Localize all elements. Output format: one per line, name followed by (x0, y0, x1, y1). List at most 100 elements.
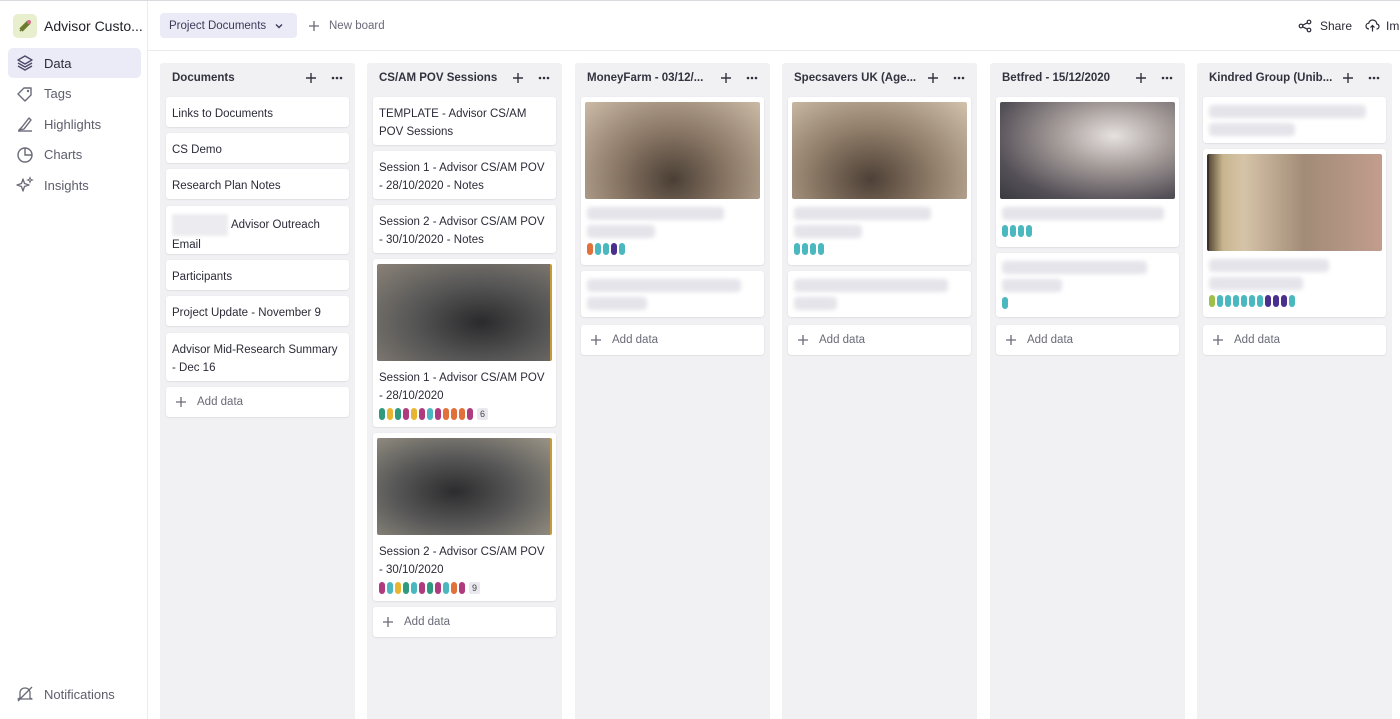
card[interactable]: TEMPLATE - Advisor CS/AM POV Sessions (373, 97, 556, 145)
card[interactable]: Session 1 - Advisor CS/AM POV - 28/10/20… (373, 259, 556, 427)
more-icon[interactable] (746, 72, 758, 84)
sidebar: Advisor Custo... Data Tags Highlights Ch… (0, 1, 148, 719)
redacted-text (794, 225, 863, 238)
card[interactable] (996, 253, 1179, 317)
card-title: Links to Documents (172, 108, 273, 120)
tag-chip (467, 408, 473, 420)
video-thumbnail (377, 264, 552, 361)
add-data-button[interactable]: Add data (166, 387, 349, 417)
sidebar-item-label: Tags (44, 86, 72, 101)
more-icon[interactable] (953, 72, 965, 84)
sparkle-icon (16, 176, 34, 192)
tag-chip (810, 243, 816, 255)
card[interactable]: Session 1 - Advisor CS/AM POV - 28/10/20… (373, 151, 556, 199)
tag-chip (603, 243, 609, 255)
redacted-text (587, 225, 656, 238)
tag-chip (379, 582, 385, 594)
card[interactable]: Participants (166, 260, 349, 290)
card[interactable]: Advisor Outreach Email (166, 206, 349, 254)
tag-chip (379, 408, 385, 420)
tag-icon (17, 86, 32, 102)
card[interactable]: Session 2 - Advisor CS/AM POV - 30/10/20… (373, 433, 556, 601)
share-button[interactable]: Share (1298, 13, 1352, 38)
plus-icon[interactable] (1342, 72, 1354, 84)
new-board-button[interactable]: New board (308, 13, 385, 38)
card[interactable]: Project Update - November 9 (166, 296, 349, 326)
card[interactable]: Links to Documents (166, 97, 349, 127)
notifications-label: Notifications (44, 686, 115, 702)
sidebar-item-data[interactable]: Data (8, 48, 141, 78)
tag-chip (411, 408, 417, 420)
tag-chip (435, 582, 441, 594)
import-button[interactable]: Im (1365, 13, 1399, 38)
tag-chip (443, 408, 449, 420)
more-icon[interactable] (331, 72, 343, 84)
sidebar-item-charts[interactable]: Charts (8, 140, 141, 170)
card[interactable] (1203, 97, 1386, 143)
add-data-button[interactable]: Add data (788, 325, 971, 355)
board-column: Specsavers UK (Age... Add data (782, 63, 977, 719)
column-title: CS/AM POV Sessions (379, 72, 498, 84)
tag-chip (459, 408, 465, 420)
more-icon[interactable] (538, 72, 550, 84)
redacted-text (587, 279, 741, 292)
tag-strip (587, 243, 758, 255)
add-data-label: Add data (819, 334, 866, 346)
add-data-button[interactable]: Add data (373, 607, 556, 637)
plus-icon[interactable] (927, 72, 939, 84)
import-label: Im (1386, 18, 1400, 33)
tag-chip (419, 582, 425, 594)
tag-chip (1273, 295, 1279, 307)
card[interactable]: Session 2 - Advisor CS/AM POV - 30/10/20… (373, 205, 556, 253)
redacted-text (794, 297, 837, 310)
sidebar-item-insights[interactable]: Insights (8, 170, 141, 200)
tag-chip (595, 243, 601, 255)
tag-chip (587, 243, 593, 255)
card[interactable]: Advisor Mid-Research Summary - Dec 16 (166, 333, 349, 381)
add-data-button[interactable]: Add data (581, 325, 764, 355)
video-thumbnail (792, 102, 967, 199)
plus-icon (176, 397, 186, 407)
card[interactable] (581, 271, 764, 317)
plus-icon[interactable] (1135, 72, 1147, 84)
add-data-label: Add data (612, 334, 659, 346)
redacted-text (172, 214, 228, 236)
add-data-button[interactable]: Add data (1203, 325, 1386, 355)
plus-icon[interactable] (512, 72, 524, 84)
tag-strip (794, 243, 965, 255)
card-title: TEMPLATE - Advisor CS/AM POV Sessions (379, 108, 527, 138)
plus-icon[interactable] (305, 72, 317, 84)
sidebar-item-notifications[interactable]: Notifications (16, 685, 115, 703)
board-select[interactable]: Project Documents (160, 13, 297, 38)
board-select-label: Project Documents (169, 19, 267, 32)
sidebar-item-label: Insights (44, 177, 89, 193)
board-column: Betfred - 15/12/2020 Add data (990, 63, 1185, 719)
sidebar-item-tags[interactable]: Tags (8, 79, 141, 109)
card[interactable]: CS Demo (166, 133, 349, 163)
tag-chip (1249, 295, 1255, 307)
plus-icon (383, 617, 393, 627)
workspace-switcher[interactable]: Advisor Custo... (13, 13, 143, 39)
board-column: Documents Links to Documents CS Demo Res… (160, 63, 355, 719)
tag-chip (451, 408, 457, 420)
tag-strip: 6 (379, 408, 550, 420)
card[interactable] (581, 97, 764, 265)
tag-chip (1233, 295, 1239, 307)
card[interactable]: Research Plan Notes (166, 169, 349, 199)
tag-chip (1289, 295, 1295, 307)
chevron-down-icon (275, 23, 283, 28)
more-icon[interactable] (1161, 72, 1173, 84)
more-icon[interactable] (1368, 72, 1380, 84)
column-title: Documents (172, 72, 235, 84)
card[interactable] (1203, 149, 1386, 317)
card-title: Session 2 - Advisor CS/AM POV - 30/10/20… (379, 216, 545, 246)
card[interactable] (996, 97, 1179, 247)
card[interactable] (788, 271, 971, 317)
tag-chip (1225, 295, 1231, 307)
tag-chip (1217, 295, 1223, 307)
add-data-label: Add data (1027, 334, 1074, 346)
add-data-button[interactable]: Add data (996, 325, 1179, 355)
sidebar-item-highlights[interactable]: Highlights (8, 109, 141, 139)
plus-icon[interactable] (720, 72, 732, 84)
card[interactable] (788, 97, 971, 265)
